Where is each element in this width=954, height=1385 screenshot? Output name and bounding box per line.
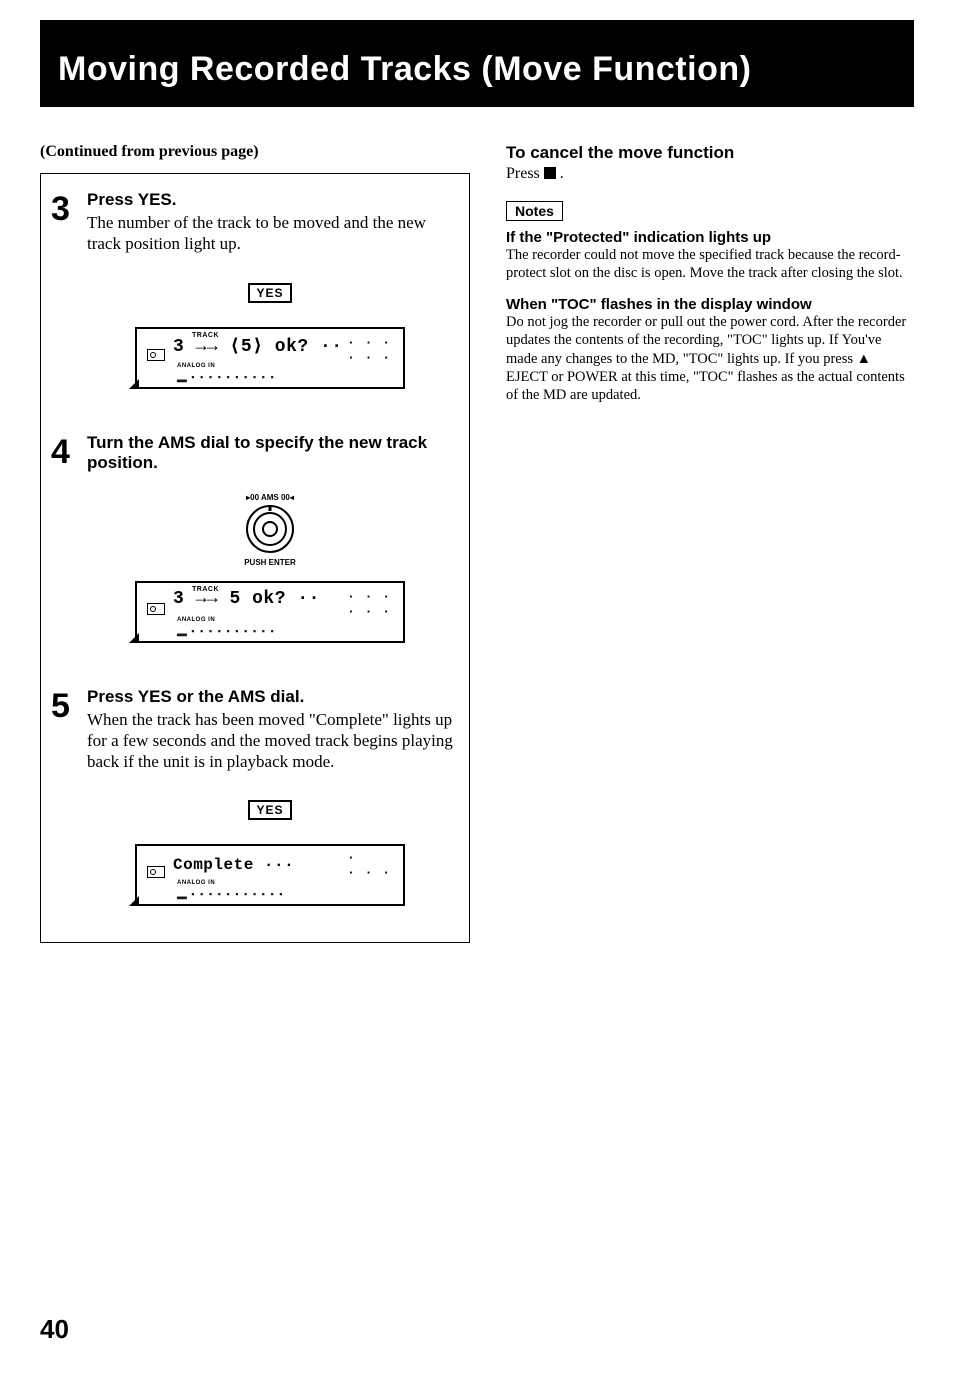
step-box: 3 Press YES. The number of the track to … [40, 173, 470, 943]
bar-segments-icon: ▂▂ ▪ ▪ ▪ ▪ ▪ ▪ ▪ ▪ ▪ ▪ ▪ [177, 890, 283, 900]
note-1: If the "Protected" indication lights up … [506, 229, 914, 282]
step-heading: Turn the AMS dial to specify the new tra… [87, 433, 453, 473]
continued-text: (Continued from previous page) [40, 143, 470, 161]
dial-bottom-label: PUSH ENTER [244, 558, 296, 567]
track-label: TRACK [192, 332, 219, 339]
analog-label: ANALOG IN [177, 617, 215, 623]
step-4: 4 Turn the AMS dial to specify the new t… [51, 433, 453, 651]
yes-button-illustration: YES [248, 800, 292, 820]
step-number: 3 [51, 190, 79, 229]
analog-label: ANALOG IN [177, 363, 215, 369]
note-body: Do not jog the recorder or pull out the … [506, 313, 914, 404]
track-label: TRACK [192, 586, 219, 593]
cancel-body: Press . [506, 165, 914, 183]
step-3: 3 Press YES. The number of the track to … [51, 190, 453, 397]
page-number: 40 [40, 1314, 69, 1345]
note-2: When "TOC" flashes in the display window… [506, 296, 914, 404]
corner-icon [129, 896, 139, 906]
step-number: 4 [51, 433, 79, 472]
bar-segments-icon: ▂▂ ▪ ▪ ▪ ▪ ▪ ▪ ▪ ▪ ▪ ▪ [177, 627, 274, 637]
cancel-prefix: Press [506, 165, 544, 182]
yes-button-illustration: YES [248, 283, 292, 303]
ams-dial-illustration: ▸00 AMS 00◂ PUSH ENTER [87, 493, 453, 567]
level-dots-icon: · · · · [347, 850, 391, 880]
note-body: The recorder could not move the specifie… [506, 246, 914, 282]
display-illustration: Complete ··· · · · · ANALOG IN ▂▂ ▪ ▪ ▪ … [135, 844, 405, 906]
note-heading: When "TOC" flashes in the display window [506, 296, 914, 313]
cancel-heading: To cancel the move function [506, 143, 914, 163]
display-illustration: TRACK 3 →→ ⟨5⟩ ok? ·· · · ·· · · ANALOG … [135, 327, 405, 389]
corner-icon [129, 379, 139, 389]
display-illustration: TRACK 3 →→ 5 ok? ·· · · ·· · · ANALOG IN… [135, 581, 405, 643]
md-icon [147, 603, 165, 615]
step-heading: Press YES. [87, 190, 453, 210]
cancel-section: To cancel the move function Press . [506, 143, 914, 183]
dial-icon [246, 505, 294, 553]
dial-top-label: ▸00 AMS 00◂ [246, 493, 294, 502]
level-dots-icon: · · ·· · · [347, 589, 391, 619]
md-icon [147, 866, 165, 878]
corner-icon [129, 633, 139, 643]
step-heading: Press YES or the AMS dial. [87, 687, 453, 707]
bar-segments-icon: ▂▂ ▪ ▪ ▪ ▪ ▪ ▪ ▪ ▪ ▪ ▪ [177, 373, 274, 383]
notes-label-box: Notes [506, 201, 563, 221]
step-5: 5 Press YES or the AMS dial. When the tr… [51, 687, 453, 915]
cancel-suffix: . [556, 165, 564, 182]
step-body: The number of the track to be moved and … [87, 212, 453, 255]
stop-icon [544, 167, 556, 179]
note-heading: If the "Protected" indication lights up [506, 229, 914, 246]
analog-label: ANALOG IN [177, 880, 215, 886]
md-icon [147, 349, 165, 361]
step-number: 5 [51, 687, 79, 726]
level-dots-icon: · · ·· · · [347, 335, 391, 365]
page-title: Moving Recorded Tracks (Move Function) [40, 20, 914, 107]
step-body: When the track has been moved "Complete"… [87, 709, 453, 773]
